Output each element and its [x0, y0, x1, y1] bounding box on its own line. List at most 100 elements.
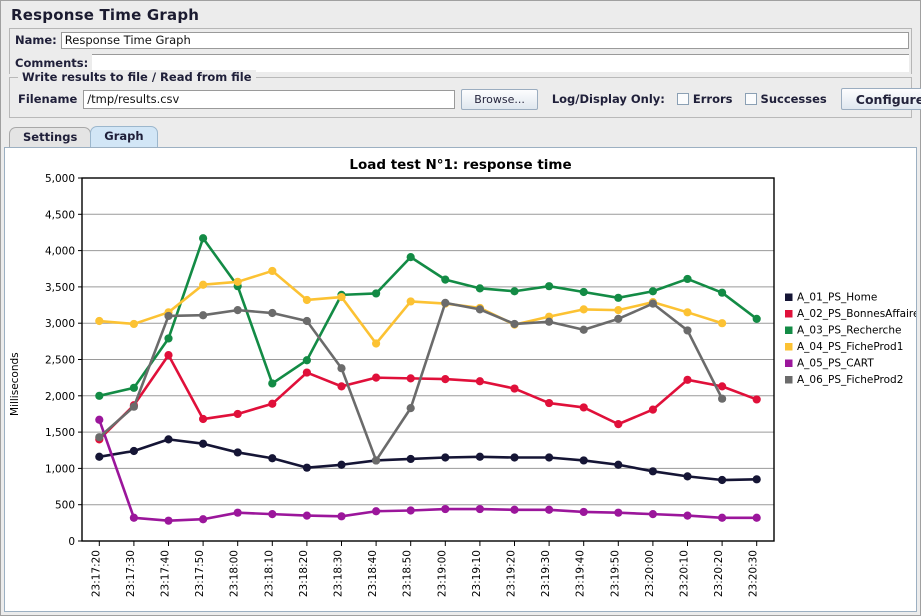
series-point — [407, 297, 415, 305]
series-point — [407, 374, 415, 382]
series-point — [303, 511, 311, 519]
filename-row: Filename Browse... Log/Display Only: Err… — [16, 88, 905, 110]
legend-label: A_06_PS_FicheProd2 — [797, 374, 903, 386]
series-point — [614, 315, 622, 323]
series-point — [510, 287, 518, 295]
series-point — [199, 440, 207, 448]
series-point — [130, 403, 138, 411]
series-line — [99, 238, 756, 396]
successes-checkbox[interactable] — [745, 93, 757, 105]
errors-checkbox-wrap[interactable]: Errors — [677, 92, 733, 106]
series-point — [407, 404, 415, 412]
graph-panel: Load test N°1: response time Millisecond… — [4, 147, 917, 612]
name-input[interactable] — [61, 32, 909, 49]
series-point — [130, 447, 138, 455]
y-axis-tick-label: 1,000 — [45, 463, 75, 475]
errors-label: Errors — [693, 92, 733, 106]
series-point — [718, 382, 726, 390]
series-point — [683, 511, 691, 519]
x-axis-tick-label: 23:18:30 — [333, 550, 345, 597]
comments-input[interactable] — [92, 54, 909, 72]
series-point — [164, 312, 172, 320]
x-axis-tick-label: 23:19:40 — [575, 550, 587, 597]
x-axis-tick-label: 23:20:30 — [748, 550, 760, 597]
series-point — [95, 453, 103, 461]
series-point — [683, 472, 691, 480]
legend-label: A_03_PS_Recherche — [797, 325, 901, 337]
series-point — [130, 320, 138, 328]
series-point — [580, 288, 588, 296]
series-point — [199, 234, 207, 242]
series-point — [268, 379, 276, 387]
series-point — [580, 326, 588, 334]
series-point — [268, 510, 276, 518]
series-point — [199, 311, 207, 319]
filename-label: Filename — [16, 92, 77, 106]
y-axis-tick-label: 4,500 — [45, 209, 75, 221]
series-point — [164, 351, 172, 359]
tab-settings[interactable]: Settings — [9, 127, 91, 147]
legend-swatch — [785, 360, 793, 368]
series-point — [268, 454, 276, 462]
series-point — [441, 453, 449, 461]
series-point — [545, 399, 553, 407]
write-results-group-title: Write results to file / Read from file — [18, 70, 256, 84]
successes-checkbox-wrap[interactable]: Successes — [745, 92, 827, 106]
series-point — [234, 448, 242, 456]
response-time-line-chart: 05001,0001,5002,0002,5003,0003,5004,0004… — [5, 148, 917, 600]
x-axis-tick-label: 23:18:40 — [367, 550, 379, 597]
write-results-group: Write results to file / Read from file F… — [9, 77, 912, 118]
log-display-only-label: Log/Display Only: — [552, 92, 665, 106]
settings-form: Name: Comments: — [9, 28, 912, 74]
series-point — [510, 506, 518, 514]
series-point — [95, 433, 103, 441]
x-axis-tick-label: 23:17:20 — [90, 550, 102, 597]
series-point — [337, 382, 345, 390]
series-point — [545, 318, 553, 326]
errors-checkbox[interactable] — [677, 93, 689, 105]
x-axis-tick-label: 23:19:50 — [609, 550, 621, 597]
series-point — [718, 289, 726, 297]
series-point — [303, 317, 311, 325]
series-point — [683, 308, 691, 316]
series-point — [683, 275, 691, 283]
series-point — [683, 376, 691, 384]
series-point — [614, 461, 622, 469]
series-point — [337, 512, 345, 520]
series-point — [580, 456, 588, 464]
y-axis-tick-label: 2,000 — [45, 391, 75, 403]
series-point — [718, 514, 726, 522]
legend-label: A_01_PS_Home — [797, 292, 877, 304]
series-point — [372, 339, 380, 347]
series-point — [234, 306, 242, 314]
configure-button[interactable]: Configure — [841, 88, 921, 110]
legend-swatch — [785, 294, 793, 302]
y-axis-tick-label: 0 — [68, 536, 75, 548]
series-point — [268, 400, 276, 408]
series-point — [372, 456, 380, 464]
series-point — [130, 514, 138, 522]
series-point — [649, 467, 657, 475]
series-point — [476, 505, 484, 513]
x-axis-tick-label: 23:20:00 — [644, 550, 656, 597]
x-axis-tick-label: 23:17:50 — [194, 550, 206, 597]
series-point — [649, 510, 657, 518]
series-point — [337, 293, 345, 301]
series-point — [303, 368, 311, 376]
y-axis-tick-label: 500 — [55, 500, 75, 512]
series-line — [99, 420, 756, 521]
legend-swatch — [785, 310, 793, 318]
page-title: Response Time Graph — [11, 6, 199, 24]
response-time-graph-window: Response Time Graph Name: Comments: Writ… — [0, 0, 921, 616]
series-point — [476, 377, 484, 385]
series-point — [649, 299, 657, 307]
title-row: Response Time Graph — [1, 1, 920, 28]
filename-input[interactable] — [83, 90, 455, 109]
tab-graph[interactable]: Graph — [90, 126, 157, 147]
browse-button[interactable]: Browse... — [461, 89, 538, 110]
x-axis-tick-label: 23:18:20 — [298, 550, 310, 597]
series-point — [476, 453, 484, 461]
series-point — [614, 294, 622, 302]
series-point — [614, 306, 622, 314]
name-label: Name: — [12, 33, 61, 47]
